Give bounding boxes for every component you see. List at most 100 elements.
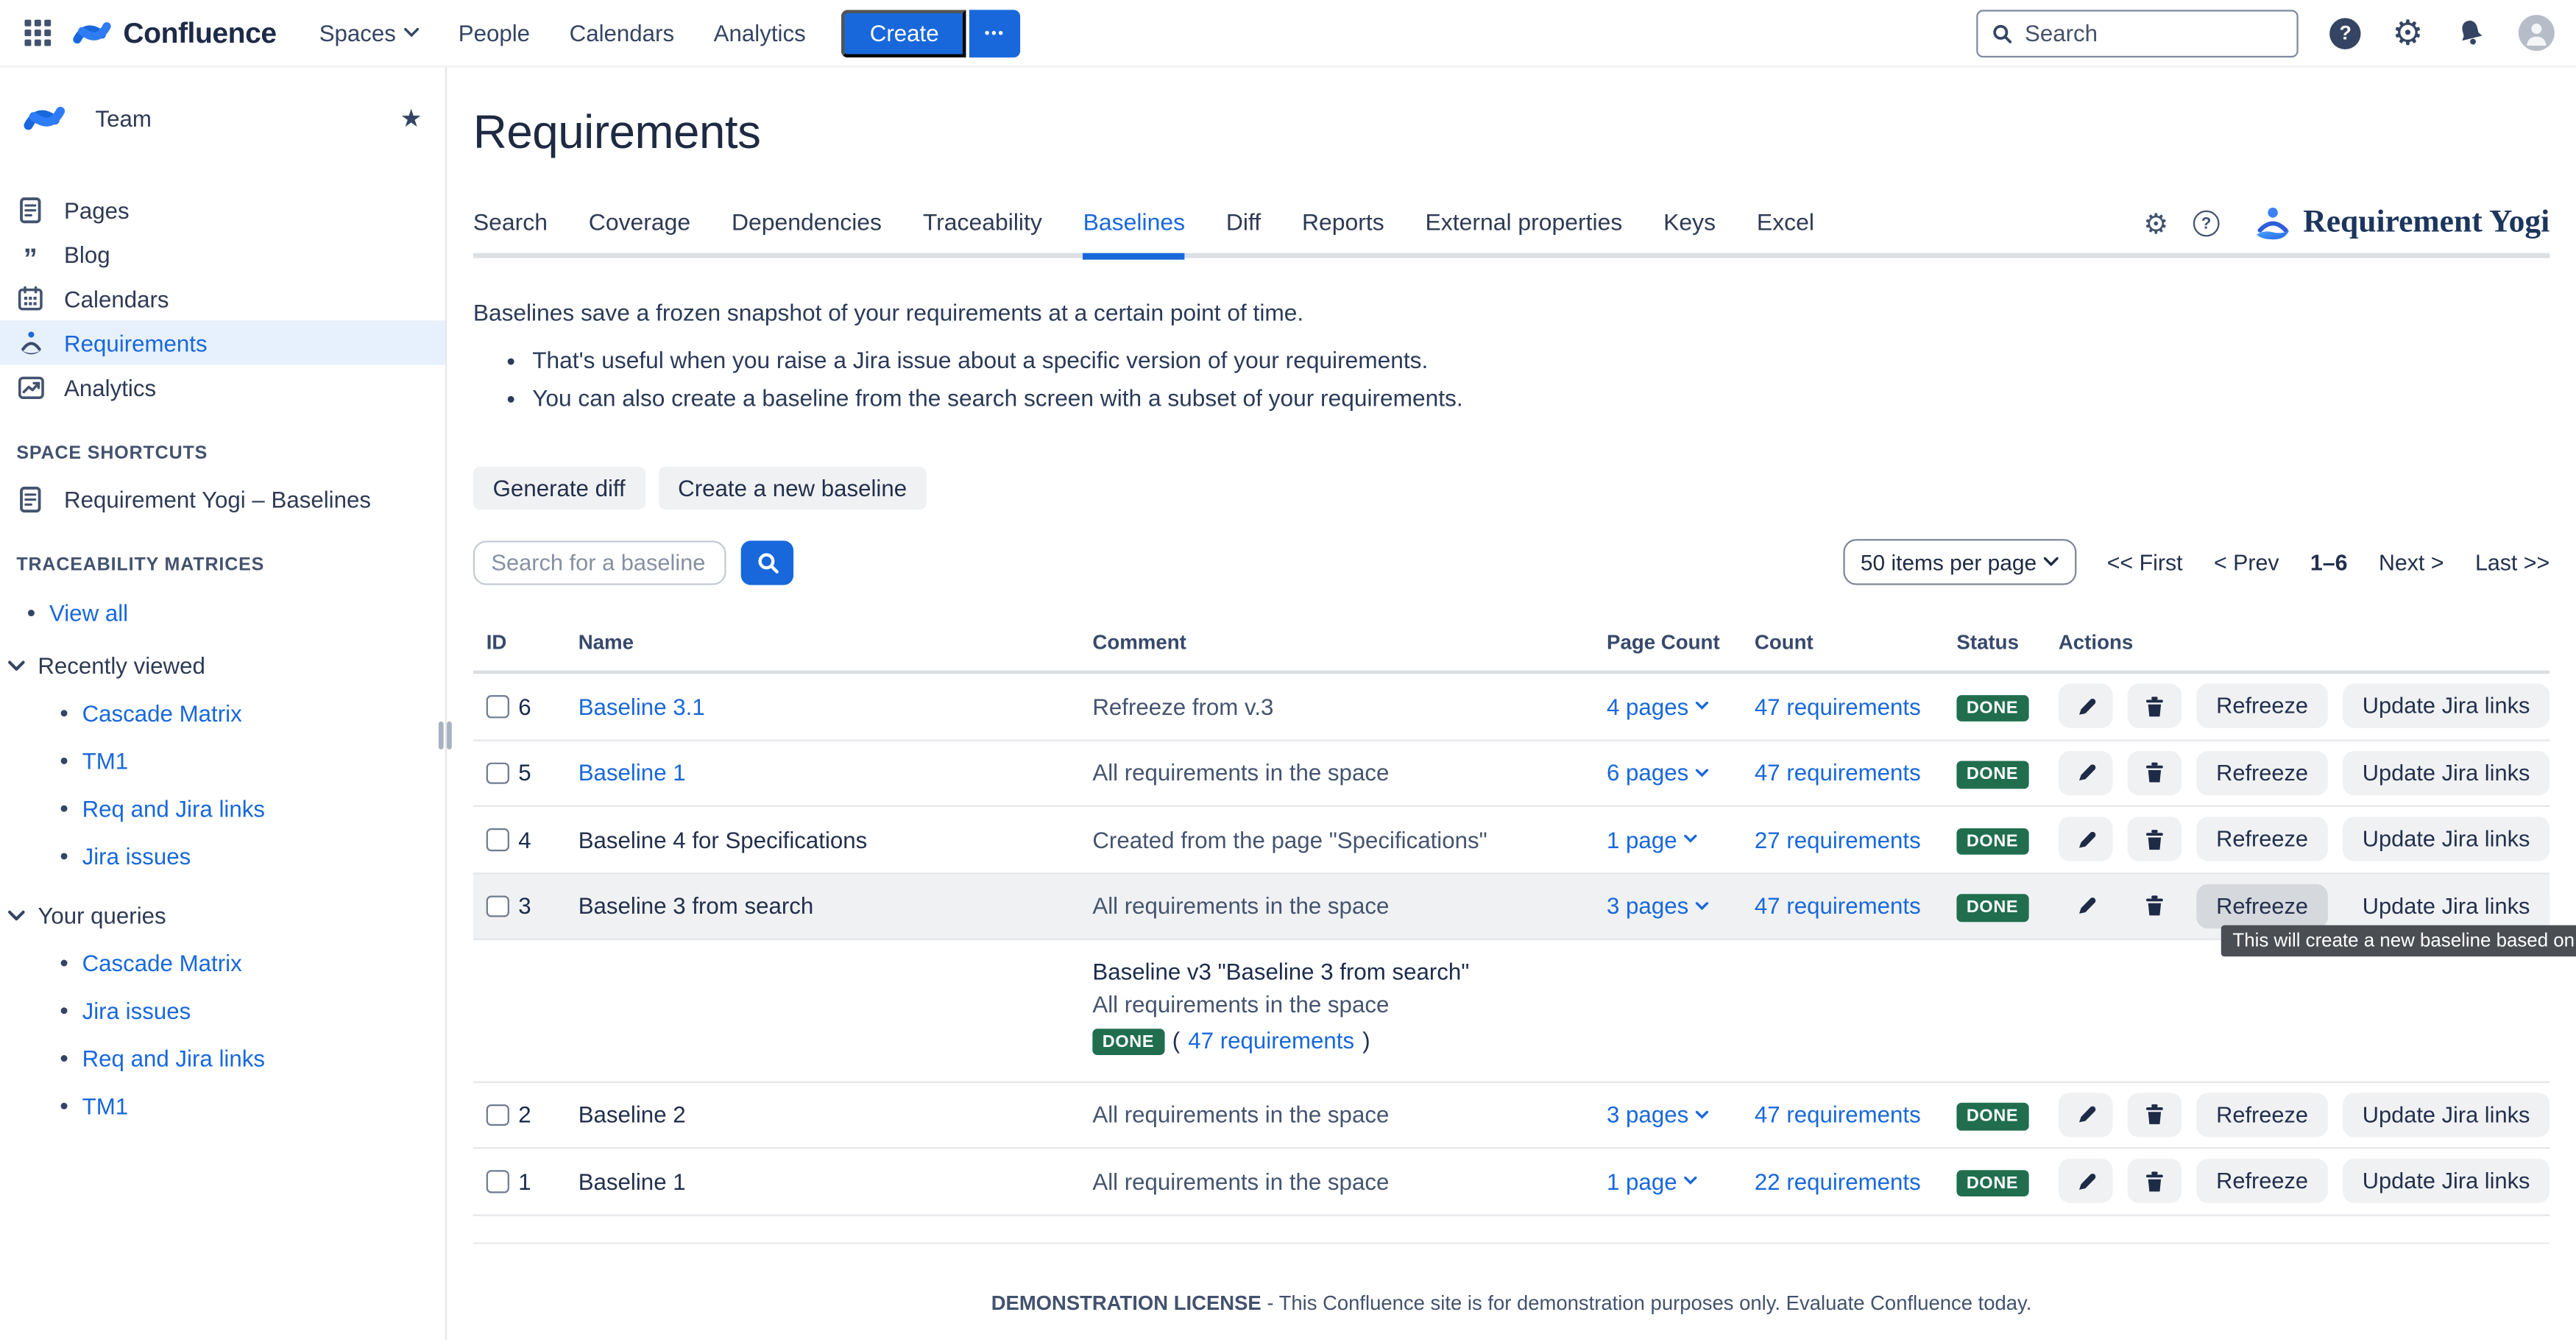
update-jira-links-button[interactable]: Update Jira links [2343,817,2550,861]
recent-item-label[interactable]: TM1 [82,748,128,775]
recent-item-label[interactable]: Cascade Matrix [82,700,242,727]
refreeze-button[interactable]: Refreeze [2196,884,2328,928]
report-a-bug-link[interactable]: Report a bug [1560,1337,1677,1340]
tab-dependencies[interactable]: Dependencies [732,211,882,253]
sidebar-item-calendars[interactable]: Calendars [0,276,445,320]
tab-search[interactable]: Search [473,211,548,253]
delete-button[interactable] [2128,684,2182,728]
query-item-label[interactable]: Jira issues [82,998,191,1024]
refreeze-button[interactable]: Refreeze [2196,684,2328,728]
recently-viewed-expander[interactable]: Recently viewed [0,652,445,679]
recent-item[interactable]: Jira issues [61,843,445,870]
recent-item-label[interactable]: Jira issues [82,843,191,870]
query-item[interactable]: Req and Jira links [61,1045,445,1072]
baseline-name-link[interactable]: Baseline 3.1 [578,693,1093,719]
edit-button[interactable] [2059,1159,2113,1203]
nav-calendars[interactable]: Calendars [570,20,674,46]
page-count-link[interactable]: 1 page [1607,826,1755,853]
update-jira-links-button[interactable]: Update Jira links [2343,751,2550,795]
nav-analytics[interactable]: Analytics [714,20,806,46]
settings-gear-icon[interactable]: ⚙ [2392,15,2423,50]
delete-button[interactable] [2128,817,2182,861]
baseline-search-input[interactable] [473,540,726,584]
recent-item[interactable]: Req and Jira links [61,795,445,822]
query-item-label[interactable]: Cascade Matrix [82,950,242,976]
pagination-last[interactable]: Last >> [2475,550,2550,574]
tab-baselines[interactable]: Baselines [1083,211,1185,253]
your-queries-expander[interactable]: Your queries [0,902,445,928]
edit-button[interactable] [2059,684,2113,728]
delete-button[interactable] [2128,1093,2182,1137]
view-all-link[interactable]: View all [0,600,445,627]
page-count-link[interactable]: 4 pages [1607,693,1755,719]
per-page-select[interactable]: 50 items per page [1842,539,2076,585]
generate-diff-button[interactable]: Generate diff [473,467,645,509]
baseline-help-icon[interactable]: ? [2193,211,2220,237]
nav-spaces[interactable]: Spaces [319,20,419,46]
refreeze-button[interactable]: Refreeze [2196,1159,2328,1203]
edit-button[interactable] [2059,751,2113,795]
requirement-count-link[interactable]: 22 requirements [1755,1168,1957,1194]
view-all-label[interactable]: View all [49,600,128,627]
recent-item[interactable]: Cascade Matrix [61,700,445,727]
user-avatar[interactable] [2519,15,2555,51]
baseline-search-button[interactable] [741,540,793,584]
notifications-bell-icon[interactable] [2455,16,2488,49]
create-more-button[interactable]: ••• [969,9,1020,57]
delete-button[interactable] [2128,1159,2182,1203]
sidebar-item-requirements[interactable]: Requirements [0,320,445,364]
query-item[interactable]: Jira issues [61,998,445,1024]
tab-diff[interactable]: Diff [1226,211,1261,253]
refreeze-button[interactable]: Refreeze [2196,1093,2328,1137]
page-count-link[interactable]: 6 pages [1607,760,1755,786]
edit-button[interactable] [2059,1093,2113,1137]
query-item[interactable]: TM1 [61,1093,445,1119]
page-count-link[interactable]: 3 pages [1607,893,1755,920]
sidebar-item-blog[interactable]: ” Blog [0,232,445,276]
row-checkbox[interactable] [486,762,509,784]
pagination-next[interactable]: Next > [2379,550,2444,574]
delete-button[interactable] [2128,884,2182,928]
requirement-count-link[interactable]: 47 requirements [1755,760,1957,786]
requirement-count-link[interactable]: 47 requirements [1755,1101,1957,1128]
confluence-logo[interactable]: Confluence [72,15,276,51]
sidebar-item-pages[interactable]: Pages [0,187,445,231]
tab-excel[interactable]: Excel [1757,211,1814,253]
space-header[interactable]: Team ★ [0,71,445,164]
requirement-count-link[interactable]: 47 requirements [1755,693,1957,719]
update-jira-links-button[interactable]: Update Jira links [2343,684,2550,728]
baseline-settings-gear-icon[interactable]: ⚙ [2143,210,2168,238]
tab-traceability[interactable]: Traceability [923,211,1042,253]
row-checkbox[interactable] [486,828,509,850]
recent-item[interactable]: TM1 [61,748,445,775]
refreeze-button[interactable]: Refreeze [2196,817,2328,861]
pagination-first[interactable]: << First [2107,550,2183,574]
global-search[interactable] [1977,9,2299,57]
update-jira-links-button[interactable]: Update Jira links [2343,1159,2550,1203]
recent-item-label[interactable]: Req and Jira links [82,795,265,822]
edit-button[interactable] [2059,884,2113,928]
create-button[interactable]: Create [842,9,967,57]
atlassian-news-link[interactable]: Atlassian News [1716,1337,1855,1340]
query-item[interactable]: Cascade Matrix [61,950,445,976]
requirement-count-link[interactable]: 47 requirements [1755,893,1957,920]
tab-keys[interactable]: Keys [1663,211,1716,253]
shortcut-requirement-yogi-baselines[interactable]: Requirement Yogi – Baselines [0,476,445,521]
requirement-count-link[interactable]: 47 requirements [1188,1026,1354,1058]
baseline-name-link[interactable]: Baseline 1 [578,760,1093,786]
query-item-label[interactable]: Req and Jira links [82,1045,265,1072]
row-checkbox[interactable] [486,895,509,917]
help-icon[interactable]: ? [2330,17,2361,48]
app-switcher-icon[interactable] [16,12,59,54]
row-checkbox[interactable] [486,1104,509,1126]
edit-button[interactable] [2059,817,2113,861]
global-search-input[interactable] [2025,20,2284,46]
create-new-baseline-button[interactable]: Create a new baseline [658,467,927,509]
delete-button[interactable] [2128,751,2182,795]
tab-coverage[interactable]: Coverage [589,211,690,253]
query-item-label[interactable]: TM1 [82,1093,128,1119]
favorite-star-icon[interactable]: ★ [400,104,422,133]
page-count-link[interactable]: 3 pages [1607,1101,1755,1128]
update-jira-links-button[interactable]: Update Jira links [2343,1093,2550,1137]
page-count-link[interactable]: 1 page [1607,1168,1755,1194]
